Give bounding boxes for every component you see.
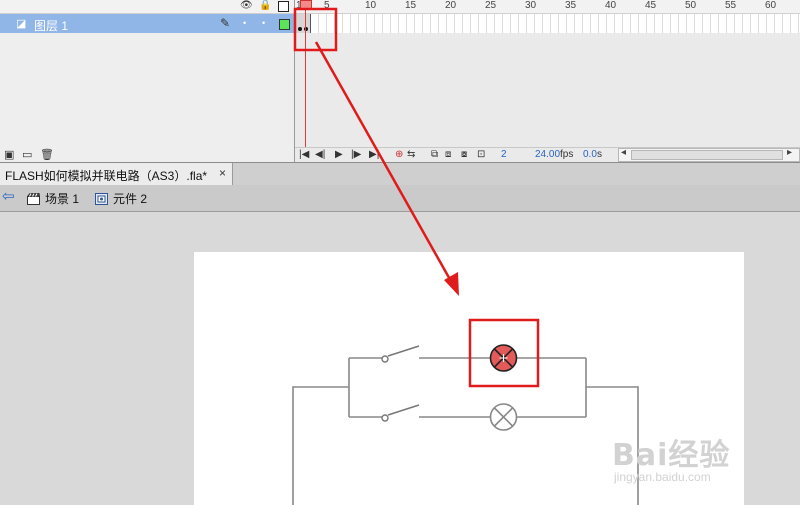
play-button[interactable]: ▶	[335, 148, 343, 162]
layer-toolbar: ▣ ▭ 🗑	[0, 147, 294, 162]
document-tab-strip: FLASH如何模拟并联电路（AS3）.fla* ×	[0, 162, 800, 186]
timeline-panel: 👁 🔒 ◪ 图层 1 ✎ • • ▣ ▭ 🗑 1 5 10 15 20 25 3…	[0, 0, 800, 163]
document-tab[interactable]: FLASH如何模拟并联电路（AS3）.fla* ×	[0, 163, 233, 185]
current-frame-value[interactable]: 2	[501, 148, 507, 162]
loop-icon[interactable]: ⇆	[407, 148, 415, 162]
symbol-label: 元件 2	[113, 192, 148, 206]
delete-layer-icon[interactable]: 🗑	[40, 148, 54, 161]
scroll-right-icon[interactable]: ▸	[787, 147, 792, 158]
prev-frame-button[interactable]: ◀|	[315, 148, 325, 162]
breadcrumb-scene[interactable]: 场景 1	[27, 190, 79, 207]
ruler-label: 35	[565, 0, 577, 11]
playhead-line[interactable]	[305, 0, 306, 147]
watermark-main: Bai经验	[612, 438, 731, 473]
ruler-label: 40	[605, 0, 617, 11]
timeline-hscrollbar[interactable]: ◂ ▸	[618, 147, 800, 162]
ruler-label: 10	[365, 0, 377, 11]
layer-icon: ◪	[16, 18, 27, 30]
layer-header: 👁 🔒	[0, 0, 294, 14]
keyframe[interactable]	[296, 14, 311, 33]
fps-unit: fps	[560, 149, 574, 160]
eye-icon[interactable]: 👁	[240, 0, 253, 12]
watermark: Bai经验 jingyan.baidu.com	[612, 430, 730, 484]
ruler-label: 60	[765, 0, 777, 11]
layer-row[interactable]: ◪ 图层 1 ✎ • •	[0, 14, 294, 33]
onion-markers-icon[interactable]: ⊡	[477, 148, 485, 162]
scroll-thumb[interactable]	[631, 150, 783, 160]
playhead-handle[interactable]	[300, 0, 312, 10]
outline-color-swatch[interactable]	[279, 19, 290, 30]
breadcrumb: ⇦ 场景 1 元件 2	[0, 185, 800, 212]
ruler-label: 50	[685, 0, 697, 11]
frame-area[interactable]: 1 5 10 15 20 25 30 35 40 45 50 55 60	[295, 0, 800, 147]
center-frame-icon[interactable]: ⊕	[395, 148, 403, 162]
scene-label: 场景 1	[45, 192, 80, 206]
ruler-label: 55	[725, 0, 737, 11]
elapsed-time-value: 0.0	[583, 149, 597, 160]
first-frame-button[interactable]: |◀	[299, 148, 309, 162]
visibility-dot[interactable]: •	[243, 18, 246, 28]
pencil-icon: ✎	[220, 16, 231, 30]
scroll-left-icon[interactable]: ◂	[621, 147, 626, 158]
onion-skin-icon[interactable]: ⧉	[431, 148, 438, 162]
document-tab-title[interactable]: FLASH如何模拟并联电路（AS3）.fla*	[5, 167, 207, 184]
keyframe-dot	[298, 27, 302, 31]
edit-multiple-icon[interactable]: ⧇	[461, 148, 467, 162]
ruler-label: 45	[645, 0, 657, 11]
frame-ruler[interactable]: 1 5 10 15 20 25 30 35 40 45 50 55 60	[295, 0, 800, 14]
elapsed-time-unit: s	[597, 149, 602, 160]
ruler-label: 30	[525, 0, 537, 11]
back-arrow-icon[interactable]: ⇦	[2, 189, 15, 205]
scene-icon	[27, 193, 40, 205]
lock-dot[interactable]: •	[262, 18, 265, 28]
layer-panel: 👁 🔒 ◪ 图层 1 ✎ • • ▣ ▭ 🗑	[0, 0, 295, 162]
outline-icon[interactable]	[278, 1, 289, 12]
last-frame-button[interactable]: ▶|	[369, 148, 379, 162]
movieclip-icon	[95, 193, 108, 205]
ruler-label: 5	[324, 0, 330, 11]
next-frame-button[interactable]: |▶	[351, 148, 361, 162]
breadcrumb-symbol[interactable]: 元件 2	[95, 190, 147, 207]
frame-cells[interactable]	[295, 14, 800, 33]
ruler-label: 20	[445, 0, 457, 11]
new-layer-icon[interactable]: ▣	[4, 148, 14, 161]
close-icon[interactable]: ×	[219, 166, 226, 180]
fps-value[interactable]: 24.00	[535, 148, 560, 162]
ruler-label: 25	[485, 0, 497, 11]
onion-outline-icon[interactable]: ⧈	[445, 148, 451, 162]
lock-icon[interactable]: 🔒	[259, 0, 271, 12]
new-folder-icon[interactable]: ▭	[22, 148, 32, 161]
layer-name[interactable]: 图层 1	[34, 17, 68, 34]
ruler-label: 15	[405, 0, 417, 11]
